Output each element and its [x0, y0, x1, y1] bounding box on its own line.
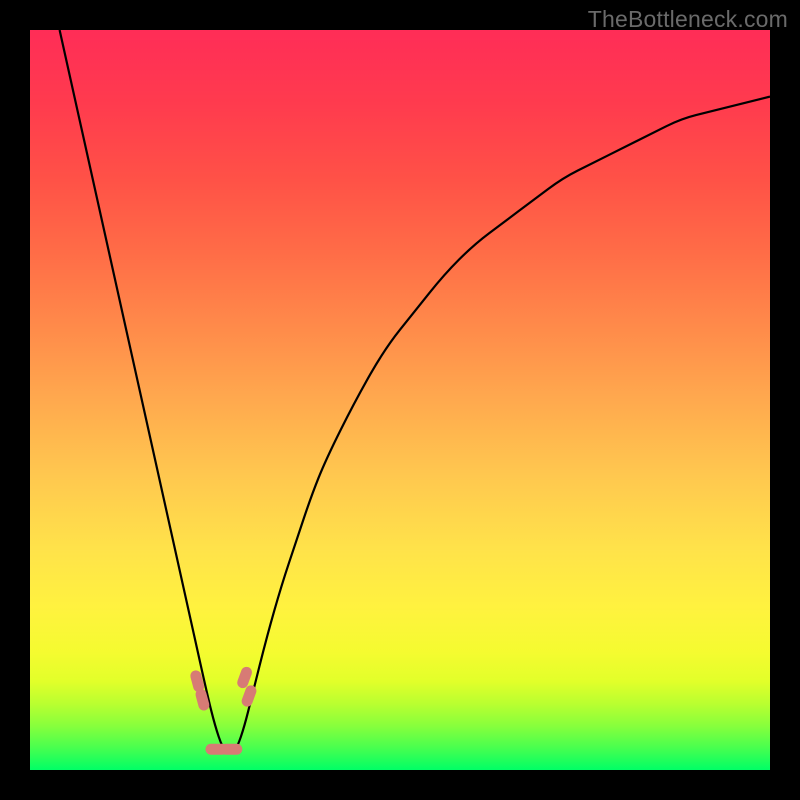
chart-svg: [30, 30, 770, 770]
chart-frame: TheBottleneck.com: [0, 0, 800, 800]
watermark-text: TheBottleneck.com: [588, 6, 788, 33]
chart-plot: [30, 30, 770, 770]
